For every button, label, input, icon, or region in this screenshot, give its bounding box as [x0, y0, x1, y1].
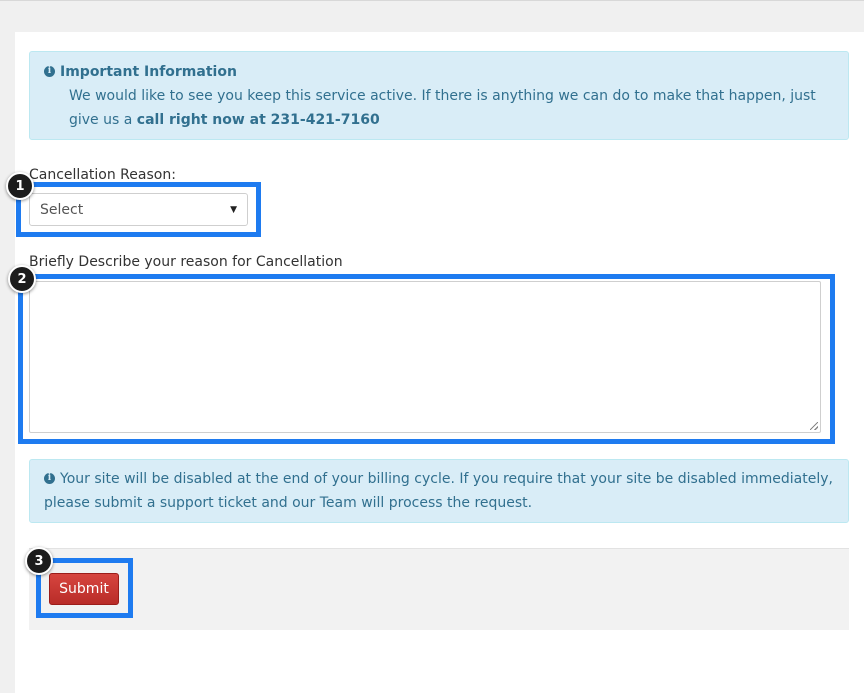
- top-border: [0, 0, 864, 1]
- billing-notice-message: Your site will be disabled at the end of…: [44, 471, 833, 511]
- callout-badge-2: 2: [8, 265, 36, 293]
- info-circle-icon: i: [44, 472, 55, 484]
- caret-down-icon: ▼: [230, 204, 237, 215]
- alert-title-row: i Important Information: [44, 60, 834, 84]
- billing-notice-alert: i Your site will be disabled at the end o…: [29, 459, 849, 523]
- callout-badge-1: 1: [6, 172, 34, 200]
- form-footer: [29, 548, 849, 630]
- cancellation-reason-label: Cancellation Reason:: [29, 167, 176, 183]
- select-value: Select: [40, 201, 84, 218]
- submit-button[interactable]: Submit: [49, 573, 119, 605]
- info-circle-icon: i: [44, 65, 55, 77]
- describe-reason-textarea[interactable]: [29, 281, 821, 433]
- callout-badge-3: 3: [25, 547, 53, 575]
- alert-title: Important Information: [60, 64, 237, 80]
- describe-reason-label: Briefly Describe your reason for Cancell…: [29, 254, 343, 270]
- alert-phone-emphasis: call right now at 231-421-7160: [136, 112, 380, 128]
- alert-body: We would like to see you keep this servi…: [44, 84, 834, 132]
- resize-grip-icon[interactable]: [810, 422, 818, 430]
- important-info-alert: i Important Information We would like to…: [29, 51, 849, 140]
- cancellation-reason-select[interactable]: Select ▼: [29, 193, 248, 226]
